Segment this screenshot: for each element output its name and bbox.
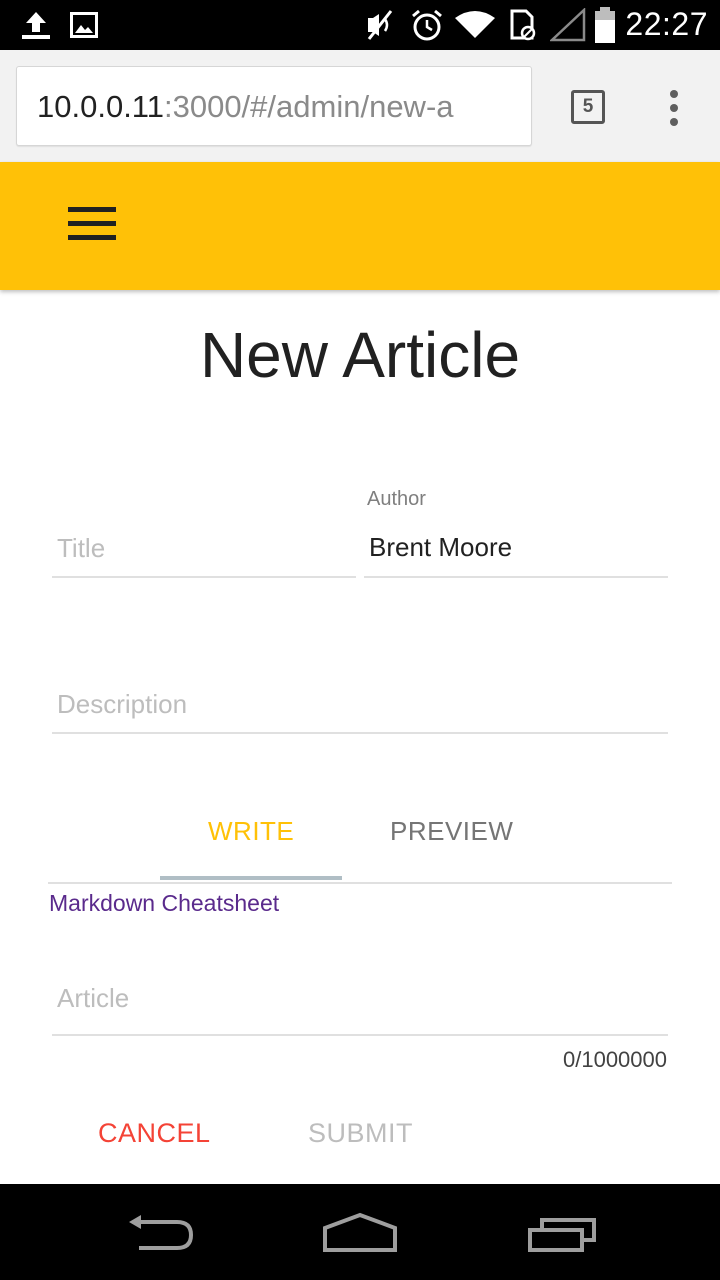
mute-icon xyxy=(367,10,393,40)
url-text: 10.0.0.11:3000/#/admin/new-a xyxy=(37,89,454,125)
author-field[interactable]: Brent Moore xyxy=(364,520,668,578)
cancel-button[interactable]: CANCEL xyxy=(98,1118,211,1149)
system-navigation-bar xyxy=(0,1184,720,1280)
overflow-menu-icon[interactable] xyxy=(662,88,686,128)
menu-icon[interactable] xyxy=(68,207,116,241)
url-host: 10.0.0.11 xyxy=(37,89,164,124)
article-character-counter: 0/1000000 xyxy=(563,1047,667,1072)
image-icon xyxy=(70,12,98,38)
alarm-icon xyxy=(412,9,442,41)
tab-switcher-button[interactable]: 5 xyxy=(571,90,605,124)
description-field[interactable]: Description xyxy=(52,676,668,734)
sim-icon xyxy=(510,9,536,41)
article-placeholder: Article xyxy=(57,983,130,1013)
title-field[interactable]: Title xyxy=(52,520,356,578)
description-placeholder: Description xyxy=(57,689,188,719)
tab-indicator xyxy=(160,876,342,880)
editor-tabs: WRITE PREVIEW xyxy=(48,796,672,884)
author-label: Author xyxy=(367,488,426,510)
status-time: 22:27 xyxy=(625,6,708,42)
app-bar xyxy=(0,162,720,290)
tab-preview[interactable]: PREVIEW xyxy=(390,816,513,847)
article-field[interactable]: Article xyxy=(52,970,668,1036)
author-value: Brent Moore xyxy=(369,532,513,562)
battery-icon xyxy=(595,7,615,43)
title-placeholder: Title xyxy=(57,533,106,563)
signal-icon xyxy=(550,8,586,42)
back-icon[interactable] xyxy=(125,1214,195,1254)
submit-button[interactable]: SUBMIT xyxy=(308,1118,413,1149)
url-path: :3000/#/admin/new-a xyxy=(163,89,454,124)
tab-write[interactable]: WRITE xyxy=(208,816,294,847)
upload-icon xyxy=(22,12,50,39)
home-icon[interactable] xyxy=(322,1212,398,1254)
status-bar: 22:27 xyxy=(0,0,720,50)
recent-apps-icon[interactable] xyxy=(526,1214,598,1254)
wifi-icon xyxy=(455,11,495,38)
url-bar[interactable]: 10.0.0.11:3000/#/admin/new-a xyxy=(16,66,532,146)
markdown-cheatsheet-link[interactable]: Markdown Cheatsheet xyxy=(49,890,279,917)
page-title: New Article xyxy=(199,319,521,391)
browser-toolbar: 10.0.0.11:3000/#/admin/new-a 5 xyxy=(0,50,720,162)
